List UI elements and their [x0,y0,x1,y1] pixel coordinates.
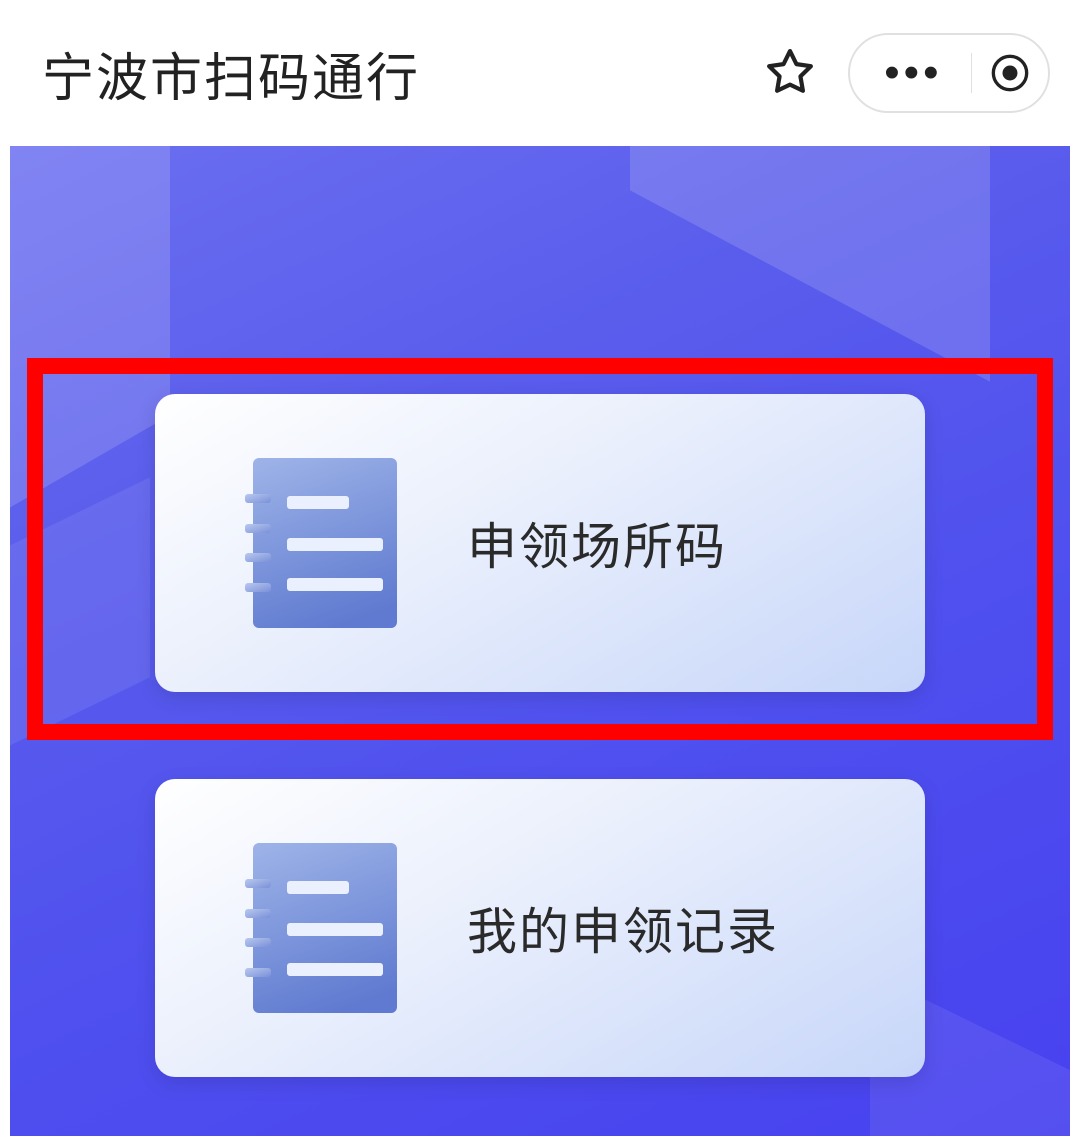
menu-icon[interactable]: ••• [868,51,958,95]
notebook-icon [245,843,397,1013]
favorite-icon[interactable] [762,45,818,101]
decorative-shape [630,146,990,382]
card-label: 申领场所码 [467,507,727,579]
decorative-shape [10,477,150,775]
header-bar: 宁波市扫码通行 ••• [0,0,1080,146]
header-actions: ••• [762,33,1050,113]
miniprogram-capsule: ••• [848,33,1050,113]
apply-venue-code-card[interactable]: 申领场所码 [155,394,925,692]
close-icon[interactable] [990,53,1030,93]
main-content: 申领场所码 我的申领记录 [10,146,1070,1136]
card-label: 我的申领记录 [467,892,779,964]
my-application-records-card[interactable]: 我的申领记录 [155,779,925,1077]
page-title: 宁波市扫码通行 [42,36,420,111]
notebook-icon [245,458,397,628]
capsule-divider [971,53,973,93]
